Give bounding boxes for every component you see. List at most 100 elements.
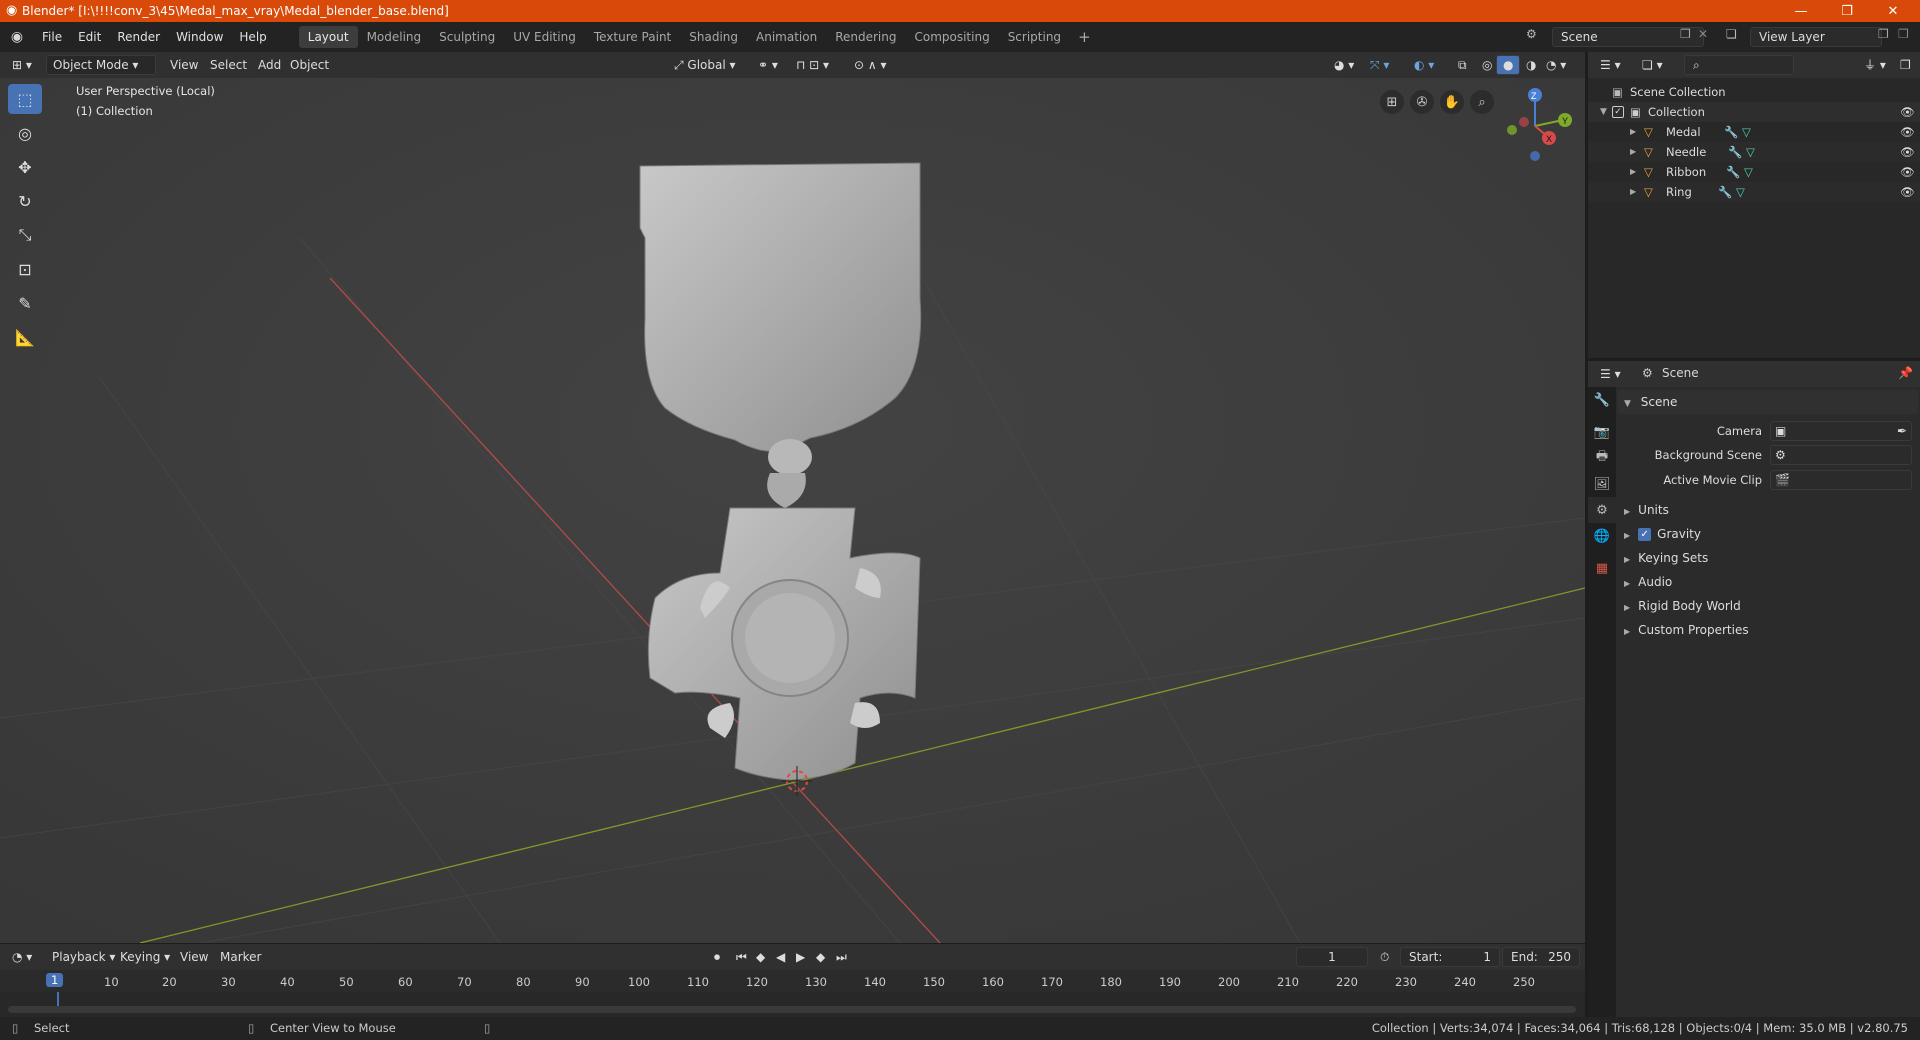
tab-texture-paint[interactable]: Texture Paint xyxy=(585,26,680,48)
menu-view[interactable]: View xyxy=(164,55,204,75)
timeline-view-menu[interactable]: View xyxy=(174,947,214,967)
proportional-edit-icon[interactable]: ⊙ ∧ ▾ xyxy=(848,55,893,75)
tab-animation[interactable]: Animation xyxy=(747,26,826,48)
tab-layout[interactable]: Layout xyxy=(298,26,358,48)
properties-editor-type-icon[interactable]: ☰ ▾ xyxy=(1594,364,1627,384)
filter-icon[interactable]: ⏚ ▾ xyxy=(1858,55,1892,75)
grid-view-icon[interactable]: ⊞ xyxy=(1380,90,1404,114)
gravity-panel-header[interactable]: ▶ ✓ Gravity xyxy=(1618,522,1918,546)
scene-collection-label[interactable]: Scene Collection xyxy=(1630,82,1726,102)
mesh-data-icon[interactable]: ▽ xyxy=(1746,142,1755,162)
view-layer-tab-icon[interactable]: 🖼 xyxy=(1588,471,1616,497)
3d-viewport[interactable]: User Perspective (Local) (1) Collection … xyxy=(0,78,1585,943)
visibility-eye-icon[interactable]: 👁 xyxy=(1900,162,1915,182)
visibility-eye-icon[interactable]: 👁 xyxy=(1900,182,1915,202)
orientation-dropdown[interactable]: ⤢ Global ▾ xyxy=(668,55,742,75)
overlay-toggle-icon[interactable]: ◐ ▾ xyxy=(1408,55,1440,75)
navigation-gizmo[interactable]: Z Y X xyxy=(1490,84,1572,166)
timeline-editor-type-icon[interactable]: ◔ ▾ xyxy=(6,947,38,967)
gravity-checkbox[interactable]: ✓ xyxy=(1638,528,1652,541)
scale-tool-icon[interactable]: ⤡ xyxy=(8,220,42,250)
play-reverse-icon[interactable]: ◀ xyxy=(770,947,791,967)
transform-tool-icon[interactable]: ⊡ xyxy=(8,254,42,284)
minimize-button[interactable]: — xyxy=(1778,0,1824,22)
display-mode-icon[interactable]: ❏ ▾ xyxy=(1636,55,1669,75)
scene-panel-header[interactable]: ▼ Scene xyxy=(1618,390,1918,414)
mesh-data-icon[interactable]: ▽ xyxy=(1742,122,1751,142)
menu-object[interactable]: Object xyxy=(284,55,335,75)
timeline-scrollbar[interactable] xyxy=(8,1006,1576,1013)
units-panel-header[interactable]: ▶ Units xyxy=(1618,498,1918,522)
jump-end-icon[interactable]: ⏭ xyxy=(830,947,853,967)
collection-visibility-icon[interactable]: 👁 xyxy=(1900,102,1915,122)
new-view-layer-icon[interactable]: ❐ xyxy=(1878,27,1889,41)
measure-tool-icon[interactable]: 📐 xyxy=(8,322,42,352)
editor-type-icon[interactable]: ⊞ ▾ xyxy=(6,55,38,75)
current-frame-field[interactable]: 1 xyxy=(1296,947,1368,967)
outliner-search-input[interactable]: ⌕ xyxy=(1684,55,1794,75)
collection-checkbox[interactable]: ✓ xyxy=(1612,106,1624,118)
tab-compositing[interactable]: Compositing xyxy=(905,26,998,48)
expand-icon[interactable]: ▶ xyxy=(1630,122,1636,142)
audio-panel-header[interactable]: ▶ Audio xyxy=(1618,570,1918,594)
modifier-wrench-icon[interactable]: 🔧 xyxy=(1726,162,1740,182)
play-icon[interactable]: ▶ xyxy=(790,947,811,967)
prev-keyframe-icon[interactable]: ◆ xyxy=(750,947,771,967)
close-button[interactable]: ✕ xyxy=(1870,0,1916,22)
cursor-tool-icon[interactable]: ◎ xyxy=(8,118,42,148)
marker-menu[interactable]: Marker xyxy=(214,947,267,967)
delete-scene-icon[interactable]: ✕ xyxy=(1698,27,1708,41)
tab-modeling[interactable]: Modeling xyxy=(358,26,431,48)
scene-tab-icon[interactable]: ⚙ xyxy=(1588,497,1616,523)
blender-menu-icon[interactable]: ◉ xyxy=(0,29,34,45)
output-tab-icon[interactable]: 🖶 xyxy=(1588,445,1616,471)
keying-sets-panel-header[interactable]: ▶ Keying Sets xyxy=(1618,546,1918,570)
keying-menu[interactable]: Keying ▾ xyxy=(114,947,176,967)
eyedropper-icon[interactable]: ✒ xyxy=(1897,422,1907,440)
add-workspace-icon[interactable]: + xyxy=(1070,26,1099,48)
playback-menu[interactable]: Playback ▾ xyxy=(46,947,121,967)
render-tab-icon[interactable]: 📷 xyxy=(1588,419,1616,445)
rendered-shading-icon[interactable]: ◔ ▾ xyxy=(1540,55,1572,75)
move-tool-icon[interactable]: ✥ xyxy=(8,152,42,182)
outliner-row-ring[interactable]: ▶ ▽ Ring 🔧 ▽ 👁 xyxy=(1588,182,1920,202)
scene-icon[interactable]: ⚙ xyxy=(1526,27,1537,41)
custom-properties-panel-header[interactable]: ▶ Custom Properties xyxy=(1618,618,1918,642)
menu-select[interactable]: Select xyxy=(204,55,253,75)
menu-edit[interactable]: Edit xyxy=(70,26,109,48)
tab-sculpting[interactable]: Sculpting xyxy=(430,26,504,48)
outliner-row-ribbon[interactable]: ▶ ▽ Ribbon 🔧 ▽ 👁 xyxy=(1588,162,1920,182)
rigid-body-world-panel-header[interactable]: ▶ Rigid Body World xyxy=(1618,594,1918,618)
menu-help[interactable]: Help xyxy=(231,26,274,48)
menu-file[interactable]: File xyxy=(34,26,70,48)
camera-view-icon[interactable]: ✇ xyxy=(1410,90,1434,114)
xray-icon[interactable]: ⧉ xyxy=(1452,55,1473,75)
new-collection-icon[interactable]: ❐ xyxy=(1894,55,1917,75)
menu-window[interactable]: Window xyxy=(168,26,231,48)
modifier-wrench-icon[interactable]: 🔧 xyxy=(1724,122,1738,142)
mesh-data-icon[interactable]: ▽ xyxy=(1744,162,1753,182)
background-scene-field[interactable]: ⚙ xyxy=(1770,445,1912,465)
texture-tab-icon[interactable]: ▦ xyxy=(1588,555,1616,581)
tab-scripting[interactable]: Scripting xyxy=(999,26,1070,48)
stopwatch-icon[interactable]: ⏱ xyxy=(1374,947,1395,967)
visibility-eye-icon[interactable]: 👁 xyxy=(1900,122,1915,142)
snap-icon[interactable]: ⊓ ⊡ ▾ xyxy=(790,55,835,75)
pan-hand-icon[interactable]: ✋ xyxy=(1440,90,1464,114)
movie-clip-field[interactable]: 🎬 xyxy=(1770,470,1912,490)
annotate-tool-icon[interactable]: ✎ xyxy=(8,288,42,318)
outliner-row-medal[interactable]: ▶ ▽ Medal 🔧 ▽ 👁 xyxy=(1588,122,1920,142)
collection-label[interactable]: Collection xyxy=(1648,102,1705,122)
world-tab-icon[interactable]: 🌐 xyxy=(1588,523,1616,549)
outliner-editor-type-icon[interactable]: ☰ ▾ xyxy=(1594,55,1627,75)
menu-render[interactable]: Render xyxy=(109,26,168,48)
start-frame-field[interactable]: Start: 1 xyxy=(1400,947,1500,967)
visibility-icon[interactable]: ◕ ▾ xyxy=(1328,55,1360,75)
pin-icon[interactable]: 📌 xyxy=(1898,366,1913,380)
tab-uv-editing[interactable]: UV Editing xyxy=(504,26,585,48)
expand-icon[interactable]: ▶ xyxy=(1630,182,1636,202)
expand-icon[interactable]: ▶ xyxy=(1630,142,1636,162)
rotate-tool-icon[interactable]: ↻ xyxy=(8,186,42,216)
modifier-wrench-icon[interactable]: 🔧 xyxy=(1718,182,1732,202)
camera-field[interactable]: ▣ ✒ xyxy=(1770,421,1912,441)
